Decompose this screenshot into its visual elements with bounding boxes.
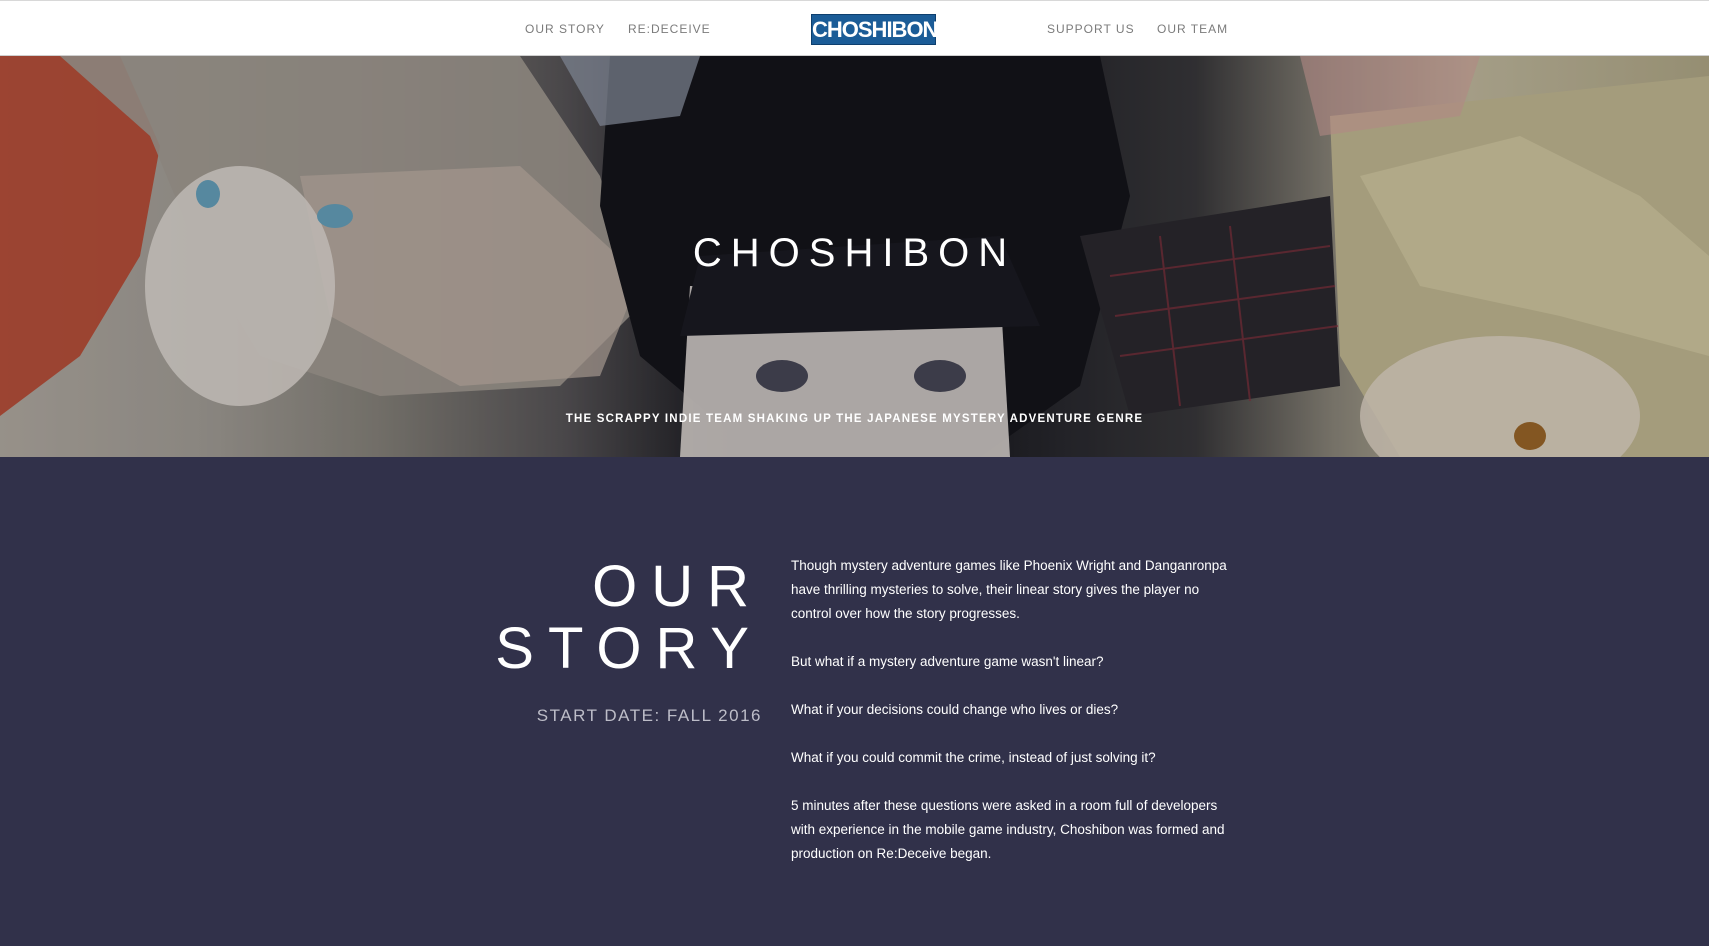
choshibon-logo[interactable]: CHOSHIBON	[811, 14, 938, 45]
story-paragraph: 5 minutes after these questions were ask…	[791, 798, 1225, 861]
story-paragraph: But what if a mystery adventure game was…	[791, 654, 1104, 669]
nav-link-support-us[interactable]: SUPPORT US	[1047, 22, 1135, 36]
heading-line-1: OUR	[592, 554, 763, 619]
hero-title: CHOSHIBON	[692, 231, 1017, 275]
story-paragraph: What if you could commit the crime, inst…	[791, 750, 1156, 765]
nav-link-our-team[interactable]: OUR TEAM	[1157, 22, 1228, 36]
hero-banner: CHOSHIBON THE SCRAPPY INDIE TEAM SHAKING…	[0, 56, 1709, 457]
start-date: START DATE: FALL 2016	[536, 706, 762, 725]
hero-subtitle: THE SCRAPPY INDIE TEAM SHAKING UP THE JA…	[565, 413, 1144, 425]
story-paragraph: What if your decisions could change who …	[791, 702, 1119, 717]
nav-link-our-story[interactable]: OUR STORY	[525, 22, 605, 36]
heading-line-2: STORY	[495, 616, 763, 681]
top-nav: OUR STORY RE:DECEIVE CHOSHIBON SUPPORT U…	[0, 0, 1709, 56]
our-story-heading: OUR STORY	[495, 556, 763, 680]
nav-link-redeceive[interactable]: RE:DECEIVE	[628, 22, 711, 36]
story-paragraph: Though mystery adventure games like Phoe…	[791, 558, 1227, 621]
story-body: Though mystery adventure games like Phoe…	[791, 554, 1241, 890]
